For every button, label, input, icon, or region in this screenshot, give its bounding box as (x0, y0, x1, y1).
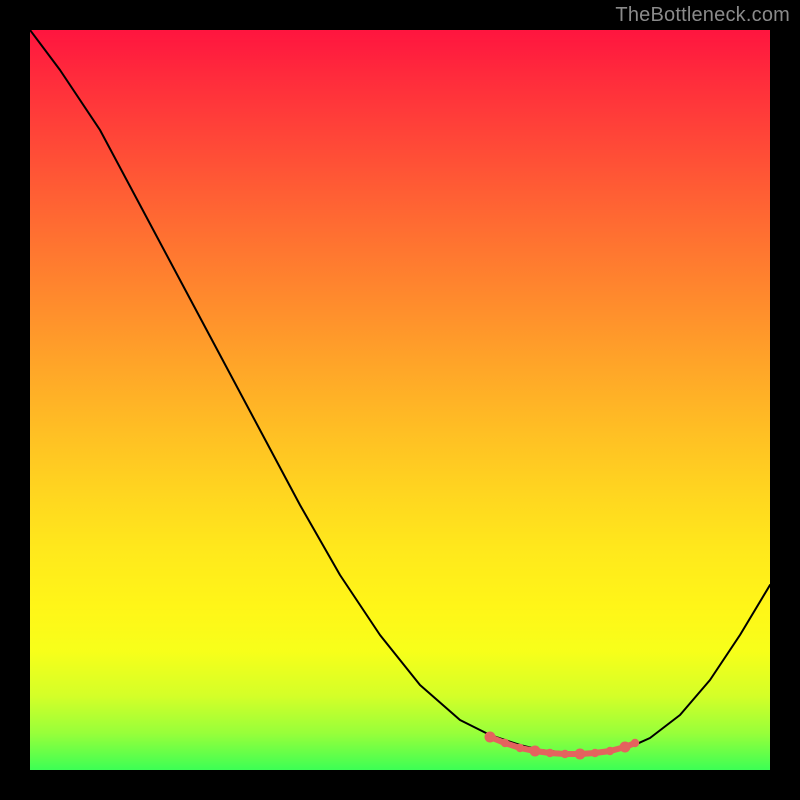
highlight-dot (501, 739, 509, 747)
main-curve-path (30, 30, 770, 753)
chart-frame: TheBottleneck.com (0, 0, 800, 800)
highlight-dot (516, 744, 524, 752)
highlight-dot (575, 749, 586, 760)
curve-layer (30, 30, 770, 770)
highlight-dot (591, 749, 599, 757)
highlight-dot (530, 746, 541, 757)
plot-area (30, 30, 770, 770)
highlight-dot (631, 739, 639, 747)
highlight-dot (485, 732, 496, 743)
highlight-dot (606, 747, 614, 755)
highlight-dot (561, 750, 569, 758)
highlight-dot (546, 749, 554, 757)
watermark-text: TheBottleneck.com (615, 4, 790, 27)
highlight-dot (620, 742, 631, 753)
